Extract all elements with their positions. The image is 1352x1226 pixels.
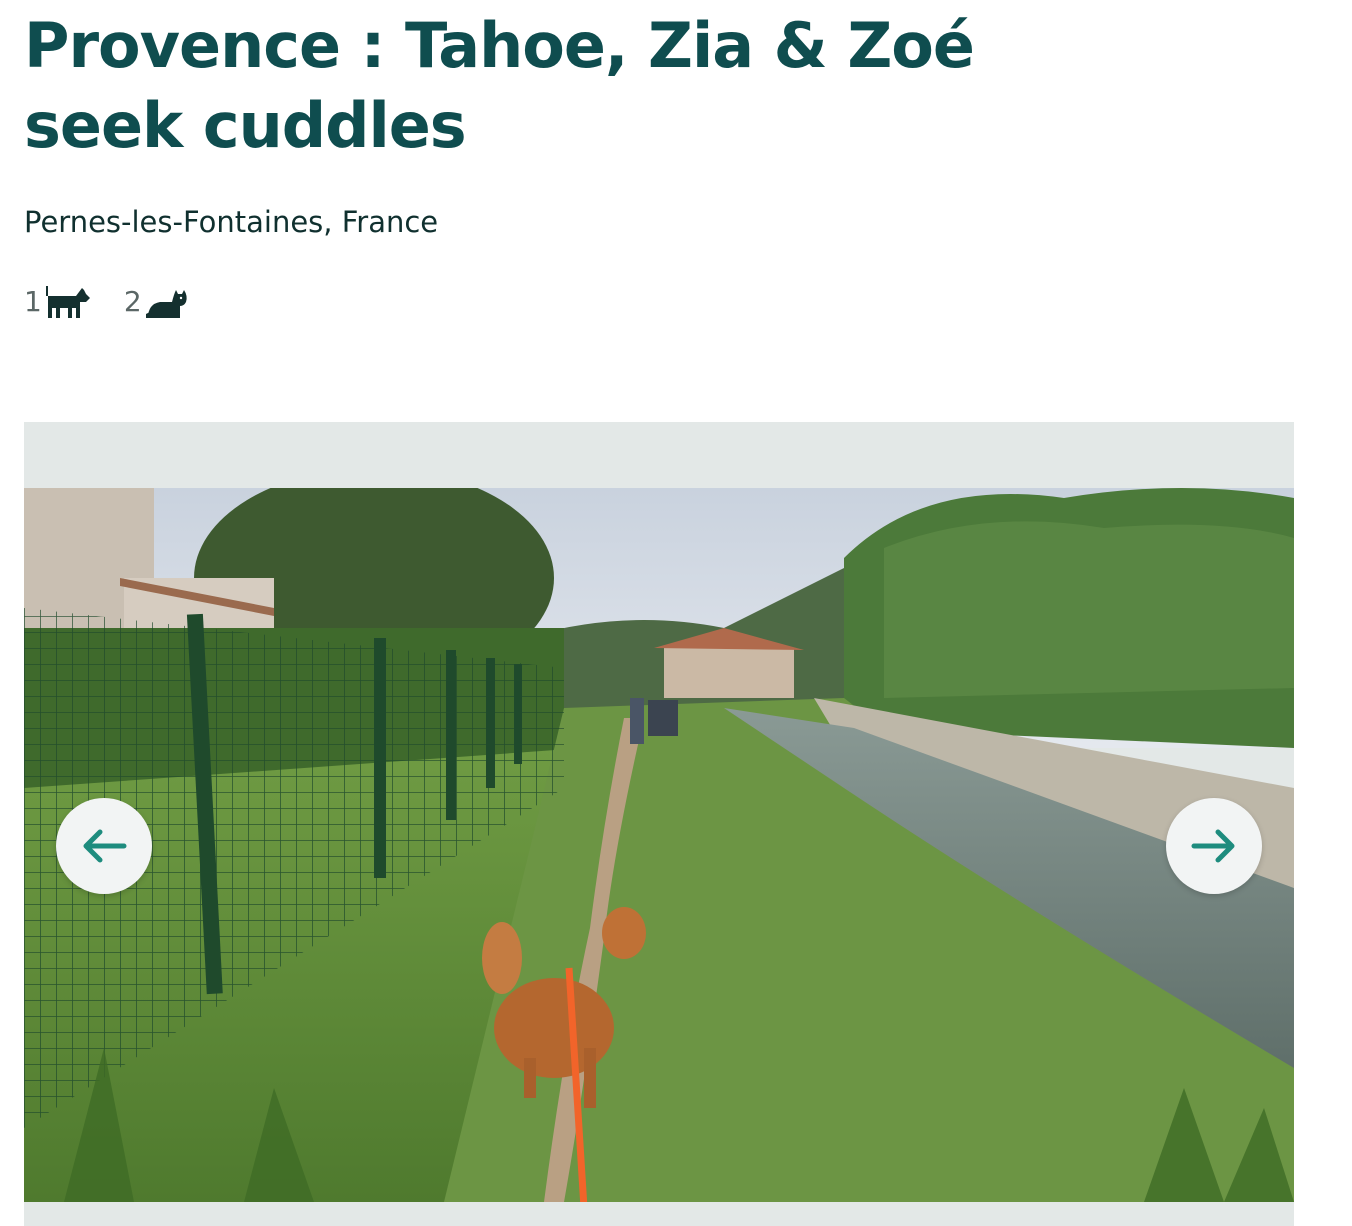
gallery-photo: [24, 488, 1294, 1202]
pets-summary: 1 2: [24, 280, 224, 324]
listing-location: Pernes-les-Fontaines, France: [24, 205, 439, 239]
listing-title: Provence : Tahoe, Zia & Zoé seek cuddles: [24, 9, 975, 162]
gallery-prev-button[interactable]: [56, 798, 152, 894]
photo-gallery: [24, 422, 1294, 1226]
listing-page: Provence : Tahoe, Zia & Zoé seek cuddles…: [0, 0, 1352, 1226]
pet-cats: 2: [124, 282, 190, 322]
dog-count: 1: [24, 285, 42, 318]
cat-count: 2: [123, 285, 142, 318]
pet-dogs: 1: [24, 282, 90, 322]
dog-icon: [45, 282, 90, 322]
gallery-next-button[interactable]: [1166, 798, 1262, 894]
cat-icon: [145, 284, 190, 320]
arrow-right-icon: [1191, 829, 1235, 863]
arrow-left-icon: [83, 829, 127, 863]
